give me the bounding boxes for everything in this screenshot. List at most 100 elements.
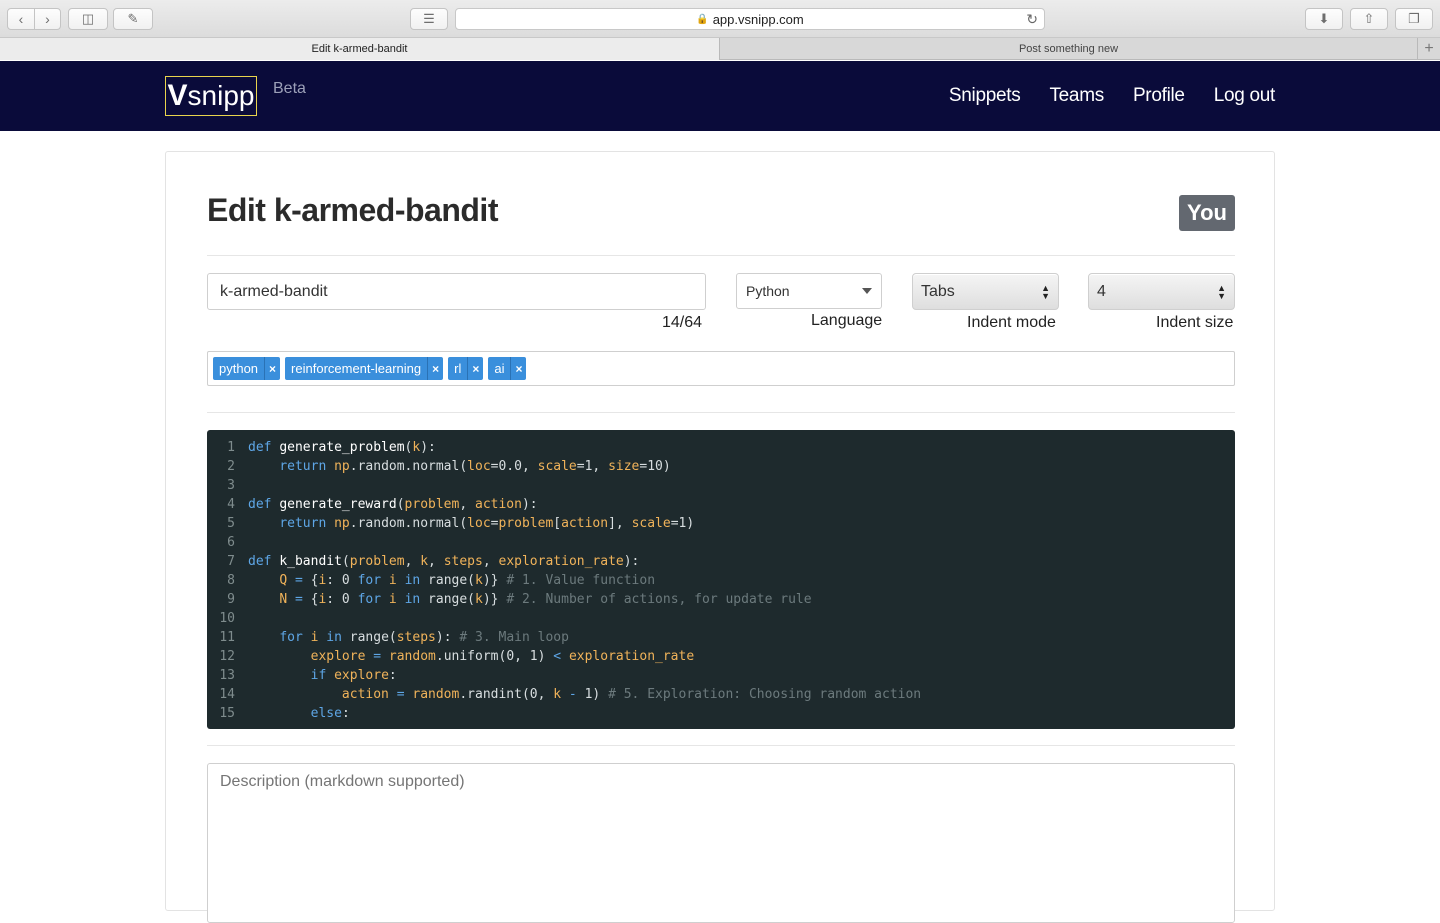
plus-icon[interactable]: + [1417, 38, 1440, 59]
code-line: 6 [207, 533, 1235, 552]
close-icon[interactable]: × [427, 357, 443, 380]
close-icon[interactable]: × [467, 357, 483, 380]
tag-label: python [219, 361, 259, 376]
line-number: 11 [219, 630, 235, 645]
code-editor[interactable]: 1 def generate_problem(k): 2 return np.ran… [207, 430, 1235, 729]
line-number: 9 [227, 592, 235, 607]
line-number: 6 [227, 535, 235, 550]
edit-card: Edit k-armed-bandit You 14/64 Python Lan… [165, 151, 1275, 923]
close-icon[interactable]: × [264, 357, 280, 380]
tabs-icon[interactable]: ❐ [1395, 8, 1433, 30]
nav-teams[interactable]: Teams [1049, 85, 1104, 107]
nav-links: Snippets Teams Profile Log out [949, 85, 1275, 107]
language-value: Python [746, 283, 790, 299]
indent-mode-select[interactable]: Tabs ▲ ▼ [912, 273, 1059, 310]
caret-down-icon [862, 288, 872, 294]
reload-icon[interactable]: ↻ [1026, 11, 1038, 28]
description-textarea[interactable] [207, 763, 1235, 923]
line-number: 15 [219, 706, 235, 721]
reader-icon[interactable]: ☰ [410, 8, 448, 30]
code-text: if explore: [310, 668, 397, 683]
divider [207, 255, 1235, 256]
code-line: 11 for i in range(steps): # 3. Main loop [207, 628, 1235, 647]
updown-arrows-icon: ▲ ▼ [1217, 282, 1226, 301]
tag-label: ai [494, 361, 505, 376]
tag-chip: rl × [448, 357, 484, 380]
line-number: 4 [227, 497, 235, 512]
tab-edit[interactable]: Edit k-armed-bandit [0, 38, 720, 60]
tag-chip: ai × [488, 357, 527, 380]
line-number: 14 [219, 687, 235, 702]
url-bar[interactable]: 🔒 app.vsnipp.com ↻ [455, 8, 1045, 30]
line-number: 10 [219, 611, 235, 626]
site-logo[interactable]: Vsnipp [165, 76, 257, 116]
code-line: 3 [207, 476, 1235, 495]
back-icon[interactable]: ‹ [8, 9, 34, 29]
site-navbar: Vsnipp Beta Snippets Teams Profile Log o… [0, 61, 1440, 131]
code-line: 8 Q = {i: 0 for i in range(k)} # 1. Valu… [207, 571, 1235, 590]
nav-logout[interactable]: Log out [1214, 85, 1276, 107]
line-number: 13 [219, 668, 235, 683]
lock-icon: 🔒 [696, 13, 709, 25]
indent-size-select[interactable]: 4 ▲ ▼ [1088, 273, 1235, 310]
char-count: 14/64 [662, 314, 703, 331]
code-line: 9 N = {i: 0 for i in range(k)} # 2. Numb… [207, 590, 1235, 609]
browser-toolbar: ‹ › ◫ ✎ ☰ 🔒 app.vsnipp.com ↻ ⬇ ⇧ ❐ [0, 0, 1440, 38]
code-text: return np.random.normal(loc=0.0, scale=1… [279, 459, 671, 474]
line-number: 1 [227, 440, 235, 455]
nav-profile[interactable]: Profile [1133, 85, 1185, 107]
snippet-name-input[interactable] [207, 273, 706, 310]
url-text: app.vsnipp.com [712, 11, 804, 27]
divider [207, 745, 1235, 746]
owner-badge: You [1179, 195, 1235, 231]
code-line: 1 def generate_problem(k): [207, 438, 1235, 457]
tag-label: rl [454, 361, 462, 376]
close-icon[interactable]: × [510, 357, 526, 380]
code-text: else: [310, 706, 350, 721]
code-text: for i in range(steps): # 3. Main loop [279, 630, 569, 645]
language-select[interactable]: Python [736, 273, 882, 309]
logo-text: snipp [187, 80, 255, 111]
line-number: 12 [219, 649, 235, 664]
tab-post-new[interactable]: Post something new [720, 38, 1417, 60]
code-line: 2 return np.random.normal(loc=0.0, scale… [207, 457, 1235, 476]
forward-icon[interactable]: › [34, 9, 60, 29]
tags-input[interactable]: python × reinforcement-learning × rl × ai × [207, 351, 1235, 386]
indent-mode-label: Indent mode [967, 314, 1056, 331]
divider [207, 412, 1235, 413]
code-text: def k_bandit(problem, k, steps, explorat… [248, 554, 640, 569]
code-text: Q = {i: 0 for i in range(k)} # 1. Value … [279, 573, 656, 588]
code-line: 12 explore = random.uniform(0, 1) < expl… [207, 647, 1235, 666]
code-line: 10 [207, 609, 1235, 628]
indent-mode-value: Tabs [921, 282, 955, 300]
tag-label: reinforcement-learning [291, 361, 422, 376]
beta-label: Beta [273, 80, 306, 97]
tab-strip: Edit k-armed-bandit Post something new + [0, 38, 1440, 60]
download-icon[interactable]: ⬇ [1305, 8, 1343, 30]
logo-letter: V [167, 79, 188, 112]
code-text: N = {i: 0 for i in range(k)} # 2. Number… [279, 592, 812, 607]
code-line: 15 else: [207, 704, 1235, 723]
code-text: def generate_problem(k): [248, 440, 436, 455]
code-text: explore = random.uniform(0, 1) < explora… [310, 649, 695, 664]
line-number: 5 [227, 516, 235, 531]
line-number: 2 [227, 459, 235, 474]
tag-chip: reinforcement-learning × [285, 357, 444, 380]
share-icon[interactable]: ⇧ [1350, 8, 1388, 30]
line-number: 3 [227, 478, 235, 493]
indent-size-value: 4 [1097, 282, 1106, 300]
code-text: def generate_reward(problem, action): [248, 497, 538, 512]
nav-snippets[interactable]: Snippets [949, 85, 1021, 107]
line-number: 8 [227, 573, 235, 588]
pen-icon[interactable]: ✎ [113, 8, 153, 30]
code-line: 4 def generate_reward(problem, action): [207, 495, 1235, 514]
code-text: return np.random.normal(loc=problem[acti… [279, 516, 695, 531]
nav-buttons: ‹ › [7, 8, 61, 30]
tag-chip: python × [213, 357, 281, 380]
updown-arrows-icon: ▲ ▼ [1041, 282, 1050, 301]
code-line: 14 action = random.randint(0, k - 1) # 5… [207, 685, 1235, 704]
code-line: 5 return np.random.normal(loc=problem[ac… [207, 514, 1235, 533]
sidebar-icon[interactable]: ◫ [68, 8, 108, 30]
